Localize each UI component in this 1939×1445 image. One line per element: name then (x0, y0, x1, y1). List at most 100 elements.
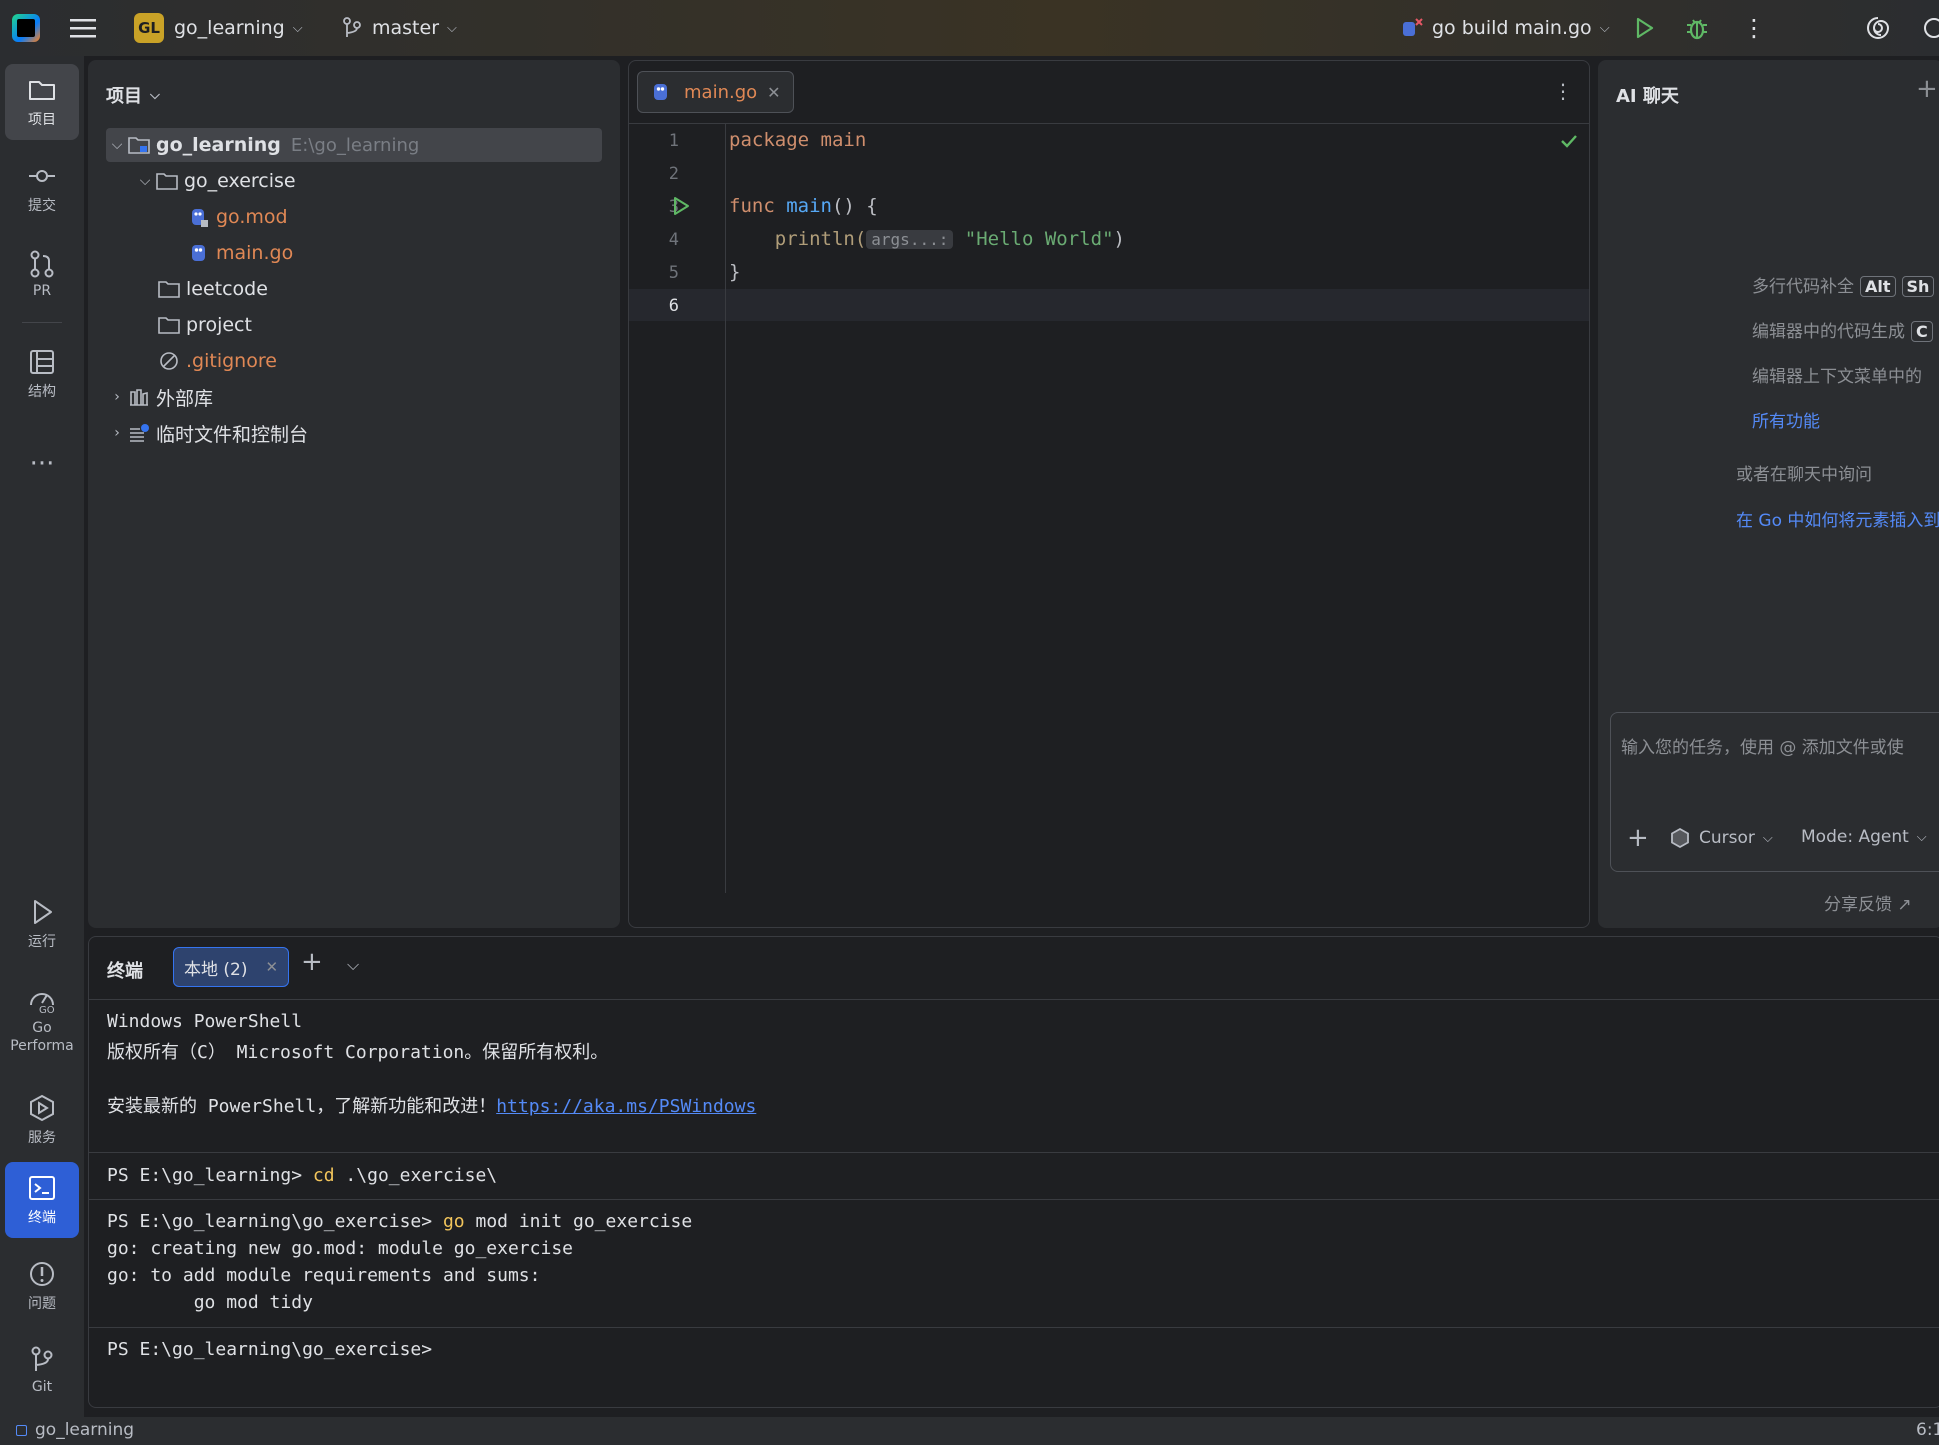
run-button[interactable] (1632, 0, 1656, 56)
project-panel-header[interactable]: 项目 ⌵ (106, 82, 160, 108)
app-logo[interactable] (12, 0, 40, 56)
chevron-down-icon: ⌵ (1916, 829, 1927, 845)
folder-icon (158, 314, 180, 336)
search-everywhere-button[interactable] (1922, 0, 1939, 56)
debug-button[interactable] (1684, 0, 1710, 56)
branch-switcher[interactable]: master ⌵ (342, 0, 457, 56)
toolwindow-go-performance[interactable]: GO Go Performa (5, 972, 79, 1068)
chevron-down-icon: ⌵ (447, 20, 457, 36)
cube-icon (1671, 827, 1689, 849)
search-icon (1924, 18, 1939, 38)
chevron-right-icon[interactable]: › (106, 425, 128, 441)
toolwindow-problems[interactable]: 问题 (5, 1248, 79, 1324)
title-bar: GL go_learning ⌵ master ⌵ go build main.… (0, 0, 1939, 56)
all-features-link[interactable]: 所有功能 (1752, 407, 1820, 432)
terminal-input-prompt[interactable]: PS E:\go_learning\go_exercise> (107, 1339, 432, 1360)
terminal-dropdown-button[interactable]: ⌵ (347, 955, 359, 975)
tree-node-go-mod[interactable]: go.mod (188, 200, 288, 234)
code-line-5[interactable]: } (729, 261, 740, 283)
ai-task-input[interactable]: 输入您的任务，使用 @ 添加文件或使 + Cursor ⌵ Mode: Agen… (1610, 712, 1939, 872)
problems-icon (30, 1262, 54, 1286)
toolbar-separator (22, 322, 62, 323)
folder-icon (29, 81, 55, 100)
editor-tabs-menu-button[interactable]: ⋮ (1553, 79, 1573, 103)
terminal-tab-local-2[interactable]: 本地 (2) ✕ (173, 947, 290, 987)
line-number: 6 (668, 296, 679, 316)
model-selector[interactable]: Cursor ⌵ (1669, 827, 1773, 849)
line-number: 4 (668, 230, 679, 250)
kebab-icon: ⋮ (1553, 79, 1573, 103)
close-tab-icon[interactable]: ✕ (767, 83, 780, 102)
terminal-output: go: to add module requirements and sums: (107, 1265, 541, 1286)
terminal-panel: 终端 本地 (2) ✕ + ⌵ Windows PowerShell 版权所有（… (88, 936, 1939, 1408)
tree-node-go-learning[interactable]: ⌵ go_learning E:\go_learning (106, 128, 602, 162)
toolwindow-terminal[interactable]: 终端 (5, 1162, 79, 1238)
caret-position[interactable]: 6:1 (1916, 1420, 1939, 1440)
terminal-output: go: creating new go.mod: module go_exerc… (107, 1238, 573, 1259)
ai-assistant-button[interactable] (1864, 0, 1892, 56)
main-menu-button[interactable] (70, 0, 96, 56)
add-context-button[interactable]: + (1627, 823, 1649, 853)
tab-bar-divider (629, 123, 1589, 124)
close-tab-icon[interactable]: ✕ (265, 958, 278, 976)
tree-node-gitignore[interactable]: .gitignore (158, 344, 277, 378)
editor-tab-main-go[interactable]: main.go ✕ (637, 71, 794, 113)
code-line-1[interactable]: package main (729, 129, 866, 151)
ignored-file-icon (158, 350, 180, 372)
command-block-divider (89, 1327, 1939, 1328)
new-terminal-button[interactable]: + (301, 947, 323, 977)
tree-node-external-libraries[interactable]: › 外部库 (106, 380, 213, 414)
powershell-link[interactable]: https://aka.ms/PSWindows (496, 1096, 756, 1117)
chevron-down-icon: ⌵ (1599, 20, 1610, 36)
toolwindow-run[interactable]: 运行 (5, 886, 79, 962)
chevron-down-icon: ⌵ (1762, 830, 1773, 846)
pull-request-icon (30, 250, 54, 278)
mode-selector[interactable]: Mode: Agent ⌵ (1801, 827, 1927, 847)
toolwindow-pull-requests[interactable]: PR (5, 236, 79, 312)
toolwindow-commit[interactable]: 提交 (5, 150, 79, 226)
code-line-3[interactable]: func main() { (729, 195, 878, 217)
ai-spiral-icon (1867, 17, 1890, 39)
run-configuration-selector[interactable]: go build main.go ⌵ (1400, 0, 1610, 56)
tree-node-leetcode[interactable]: leetcode (158, 272, 268, 306)
line-number: 5 (668, 263, 679, 283)
code-line-4[interactable]: println(args...: "Hello World") (729, 228, 1125, 250)
more-tool-windows-button[interactable]: ··· (5, 426, 79, 502)
chevron-down-icon: ⌵ (150, 87, 160, 103)
status-project-breadcrumb[interactable]: go_learning (16, 1420, 134, 1440)
terminal-output: go mod tidy (107, 1292, 313, 1313)
project-switcher[interactable]: GL go_learning ⌵ (134, 0, 303, 56)
inspection-ok-icon[interactable] (1559, 131, 1579, 156)
gutter-run-button[interactable] (671, 195, 691, 222)
editor-panel: main.go ✕ ⋮ 1 2 3 4 5 6 package main fun… (628, 60, 1590, 928)
hamburger-icon (70, 19, 96, 38)
branch-name: master (372, 17, 440, 39)
folder-icon (158, 278, 180, 300)
chevron-down-icon[interactable]: ⌵ (134, 173, 156, 189)
plus-icon: + (301, 947, 323, 977)
project-name: go_learning (174, 17, 285, 39)
parameter-hint: args...: (866, 230, 954, 249)
share-feedback-link[interactable]: 分享反馈 ↗ (1824, 890, 1912, 915)
toolwindow-project[interactable]: 项目 (5, 64, 79, 140)
commit-icon (29, 170, 55, 182)
toolwindow-git[interactable]: Git (5, 1332, 79, 1408)
tool-window-bar: 项目 提交 PR 结构 ··· 运行 GO Go Performa 服务 终端 … (0, 56, 84, 1417)
tree-node-main-go[interactable]: main.go (188, 236, 293, 270)
example-question-link[interactable]: 在 Go 中如何将元素插入到 (1736, 506, 1939, 531)
more-actions-button[interactable]: ⋮ (1742, 0, 1766, 56)
chevron-down-icon[interactable]: ⌵ (106, 137, 128, 153)
tree-node-go-exercise[interactable]: ⌵ go_exercise (134, 164, 296, 198)
terminal-output: 版权所有（C） Microsoft Corporation。保留所有权利。 (107, 1042, 609, 1063)
toolwindow-structure[interactable]: 结构 (5, 336, 79, 412)
new-chat-button[interactable]: + (1916, 74, 1938, 104)
ellipsis-icon: ··· (29, 449, 55, 479)
chevron-right-icon[interactable]: › (106, 389, 128, 405)
feature-context-menu: 编辑器上下文菜单中的 (1752, 367, 1922, 387)
gutter-divider (725, 123, 726, 893)
toolwindow-services[interactable]: 服务 (5, 1082, 79, 1158)
tree-node-scratches[interactable]: › 临时文件和控制台 (106, 416, 308, 450)
plus-icon: + (1627, 823, 1649, 853)
project-badge: GL (134, 13, 164, 43)
tree-node-project[interactable]: project (158, 308, 252, 342)
